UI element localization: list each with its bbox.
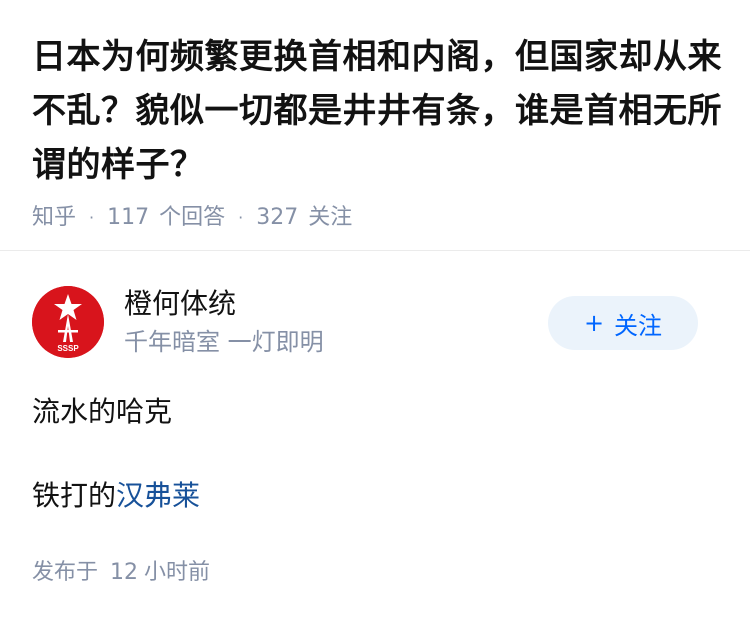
plus-icon: + [583, 309, 605, 337]
follow-button-label: 关注 [614, 311, 663, 340]
answer-text: 铁打的 [32, 479, 117, 512]
source-label[interactable]: 知乎 [32, 204, 76, 232]
author-row: SSSP 橙何体统 千年暗室 一灯即明 + 关注 [32, 286, 718, 360]
publish-suffix: 小时前 [144, 560, 211, 585]
publish-time: 发布于 12 小时前 [32, 558, 210, 588]
question-meta: 知乎 · 117 个回答 · 327 关注 [32, 204, 722, 232]
question-title[interactable]: 日本为何频繁更换首相和内阁，但国家却从来不乱？貌似一切都是井井有条，谁是首相无所… [32, 30, 722, 192]
answer-content[interactable]: 流水的哈克 铁打的汉弗莱 [32, 392, 718, 516]
question-header: 日本为何频繁更换首相和内阁，但国家却从来不乱？貌似一切都是井井有条，谁是首相无所… [32, 30, 722, 232]
svg-text:SSSP: SSSP [57, 344, 79, 353]
sssp-logo-icon: SSSP [32, 286, 104, 358]
answer-paragraph: 铁打的汉弗莱 [32, 476, 718, 516]
author-info: 橙何体统 千年暗室 一灯即明 [124, 286, 324, 358]
answer-count: 117 [107, 205, 150, 230]
separator-dot: · [238, 208, 244, 227]
answer-count-label[interactable]: 个回答 [159, 204, 225, 232]
author-name[interactable]: 橙何体统 [124, 286, 324, 322]
separator-dot: · [89, 208, 95, 227]
section-divider [0, 250, 750, 251]
publish-prefix: 发布于 [32, 560, 99, 585]
author-bio: 千年暗室 一灯即明 [124, 328, 324, 356]
follower-count-label[interactable]: 关注 [308, 204, 352, 232]
avatar[interactable]: SSSP [32, 286, 104, 358]
answer-paragraph: 流水的哈克 [32, 395, 173, 428]
publish-number: 12 [110, 560, 139, 585]
follow-button[interactable]: + 关注 [548, 296, 698, 350]
follower-count: 327 [256, 205, 299, 230]
search-link[interactable]: 汉弗莱 [116, 479, 200, 512]
